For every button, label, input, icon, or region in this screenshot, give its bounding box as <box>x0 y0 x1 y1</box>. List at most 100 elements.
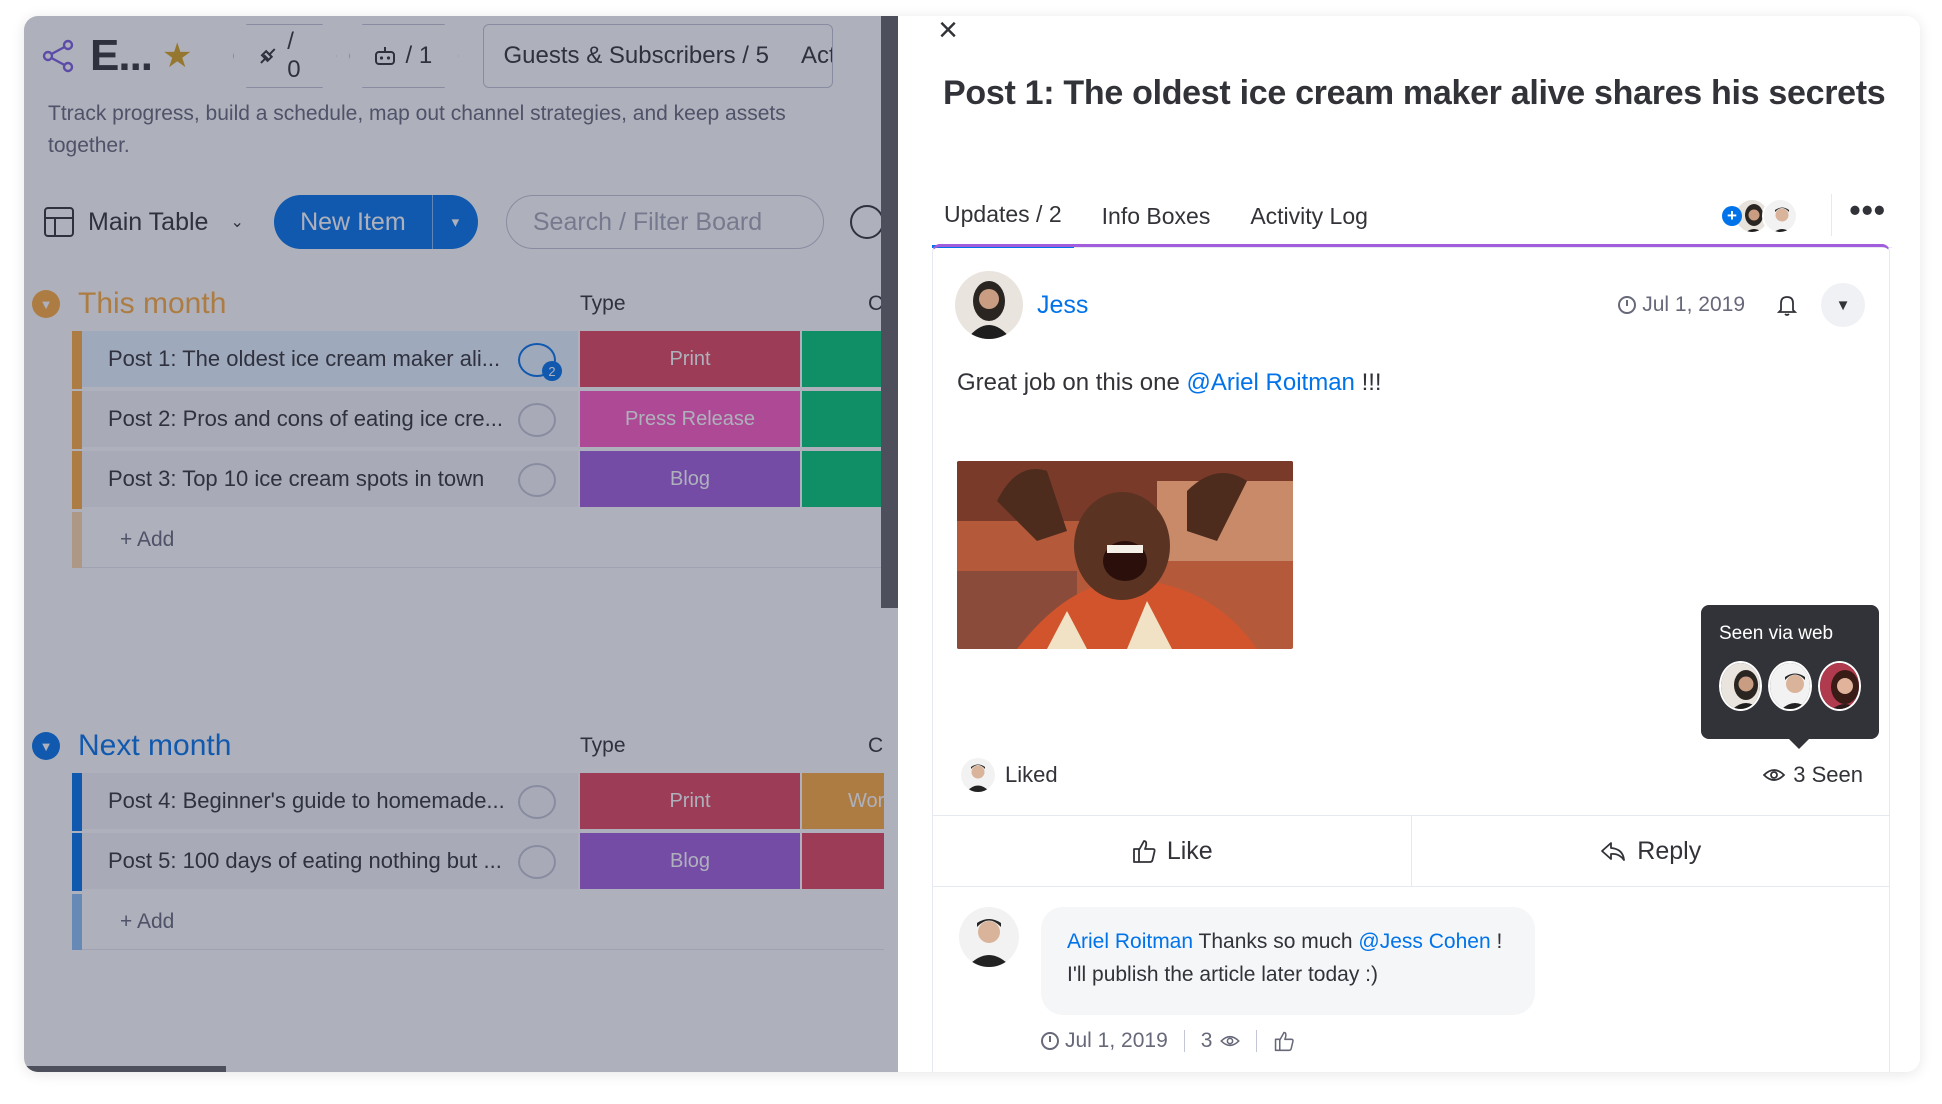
like-button[interactable]: Like <box>933 816 1411 886</box>
column-header-type[interactable]: Type <box>580 734 626 758</box>
avatar[interactable] <box>955 271 1023 339</box>
view-selector[interactable]: Main Table ⌄ <box>44 207 244 237</box>
status-cell[interactable]: Wor <box>800 773 884 831</box>
thumbs-up-icon[interactable] <box>1273 1030 1295 1052</box>
add-item-row[interactable]: + Add <box>72 512 884 568</box>
type-cell[interactable]: Print <box>578 773 800 831</box>
share-icon[interactable] <box>40 38 76 74</box>
person-icon[interactable] <box>849 205 884 239</box>
reply-label: Reply <box>1637 836 1702 865</box>
status-cell[interactable] <box>800 391 884 449</box>
tab-info-boxes[interactable]: Info Boxes <box>1090 184 1223 248</box>
item-name-cell[interactable]: Post 2: Pros and cons of eating ice cre.… <box>82 391 578 449</box>
tooltip-title: Seen via web <box>1719 623 1834 644</box>
column-header-c[interactable]: C <box>868 734 883 758</box>
updates-bubble-icon[interactable] <box>518 463 556 497</box>
automations-count: / 1 <box>405 42 433 69</box>
table-row[interactable]: Post 1: The oldest ice cream maker ali..… <box>72 331 884 389</box>
table-row[interactable]: Post 3: Top 10 ice cream spots in town B… <box>72 451 884 509</box>
update-text: Great job on this one <box>957 369 1187 396</box>
eye-icon <box>1220 1035 1241 1047</box>
type-cell[interactable]: Blog <box>578 833 800 891</box>
divider <box>1183 1030 1185 1052</box>
guests-chip[interactable]: Guests & Subscribers / 5 Activ <box>482 24 833 88</box>
seen-summary[interactable]: 3 Seen <box>1763 757 1863 793</box>
bell-icon[interactable] <box>1777 294 1797 316</box>
like-label: Like <box>1166 836 1213 865</box>
status-cell[interactable] <box>800 331 884 389</box>
board-toolbar: Main Table ⌄ New Item ▾ Search / Filter … <box>44 194 884 250</box>
item-title[interactable]: Post 1: The oldest ice cream maker alive… <box>943 74 1886 113</box>
new-item-label[interactable]: New Item <box>274 195 432 249</box>
item-name-cell[interactable]: Post 3: Top 10 ice cream spots in town <box>82 451 578 509</box>
group-title[interactable]: Next month <box>78 729 231 763</box>
group-color-stripe <box>72 331 82 389</box>
status-cell[interactable] <box>800 451 884 509</box>
type-cell[interactable]: Blog <box>578 451 800 509</box>
add-subscriber-icon[interactable]: + <box>1722 206 1742 226</box>
horizontal-scrollbar[interactable] <box>24 1066 226 1072</box>
avatar[interactable] <box>1768 661 1812 711</box>
eye-icon <box>1763 769 1786 781</box>
star-icon[interactable]: ★ <box>162 36 192 76</box>
type-cell[interactable]: Press Release <box>578 391 800 449</box>
gif-image[interactable] <box>957 461 1293 649</box>
avatar[interactable] <box>1719 661 1763 711</box>
search-input[interactable]: Search / Filter Board <box>505 195 824 249</box>
group-color-stripe <box>72 391 82 449</box>
group-color-stripe <box>72 833 82 891</box>
tab-updates[interactable]: Updates / 2 <box>932 184 1074 248</box>
board-title[interactable]: E... <box>90 31 153 81</box>
vertical-scrollbar[interactable] <box>881 16 898 608</box>
avatar[interactable] <box>1817 661 1861 711</box>
group-color-stripe <box>72 773 82 831</box>
board-description[interactable]: Ttrack progress, build a schedule, map o… <box>48 98 848 162</box>
seen-label: 3 Seen <box>1793 762 1863 787</box>
column-header-type[interactable]: Type <box>580 292 626 316</box>
mention-link[interactable]: @Jess Cohen <box>1358 930 1490 953</box>
reply-button[interactable]: Reply <box>1410 816 1890 886</box>
add-item-label[interactable]: + Add <box>82 894 884 950</box>
close-icon[interactable]: × <box>932 16 964 48</box>
reply-author[interactable]: Ariel Roitman <box>1067 930 1193 953</box>
chevron-down-icon[interactable]: ▼ <box>1821 283 1865 327</box>
table-row[interactable]: Post 4: Beginner's guide to homemade... … <box>72 773 884 831</box>
chevron-down-icon[interactable]: ▼ <box>32 732 60 760</box>
mention-link[interactable]: @Ariel Roitman <box>1186 369 1354 396</box>
table-row[interactable]: Post 2: Pros and cons of eating ice cre.… <box>72 391 884 449</box>
updates-bubble-icon[interactable] <box>518 845 556 879</box>
table-row[interactable]: Post 5: 100 days of eating nothing but .… <box>72 833 884 891</box>
subscribers[interactable]: + <box>1722 198 1798 234</box>
updates-bubble-icon[interactable]: 2 <box>518 343 562 381</box>
add-item-label[interactable]: + Add <box>82 512 884 568</box>
status-cell[interactable] <box>800 833 884 891</box>
update-date: Jul 1, 2019 <box>1618 293 1745 317</box>
add-item-row[interactable]: + Add <box>72 894 884 950</box>
update-actions: Like Reply <box>933 815 1889 887</box>
new-item-button[interactable]: New Item ▾ <box>273 195 478 249</box>
updates-bubble-icon[interactable] <box>518 785 556 819</box>
automations-chip[interactable]: / 1 <box>349 24 459 88</box>
reply-bubble: Ariel Roitman Thanks so much @Jess Cohen… <box>1041 907 1535 1015</box>
updates-bubble-icon[interactable] <box>518 403 556 437</box>
view-label: Main Table <box>88 207 209 236</box>
chevron-down-icon[interactable]: ▼ <box>32 290 60 318</box>
item-name-cell[interactable]: Post 4: Beginner's guide to homemade... <box>82 773 578 831</box>
tab-activity-log[interactable]: Activity Log <box>1238 184 1380 248</box>
group-header: ▼ Next month Type C <box>32 726 892 766</box>
activity-label[interactable]: Activ <box>801 42 832 70</box>
chevron-down-icon[interactable]: ▾ <box>431 195 478 249</box>
reply-icon <box>1601 842 1626 861</box>
divider <box>1831 194 1832 236</box>
type-cell[interactable]: Print <box>578 331 800 389</box>
avatar[interactable] <box>959 907 1019 967</box>
author-name[interactable]: Jess <box>1037 291 1088 320</box>
item-name-cell[interactable]: Post 5: 100 days of eating nothing but .… <box>82 833 578 891</box>
more-icon[interactable]: ••• <box>1849 192 1886 229</box>
liked-summary[interactable]: Liked <box>961 757 1058 793</box>
group-title[interactable]: This month <box>78 287 226 321</box>
integrations-chip[interactable]: / 0 <box>233 24 337 88</box>
app-window: E... ★ / 0 / 1 Guests & Subscribers / 5 … <box>24 16 1920 1072</box>
item-name-cell[interactable]: Post 1: The oldest ice cream maker ali..… <box>82 331 578 389</box>
item-name: Post 5: 100 days of eating nothing but .… <box>108 848 502 873</box>
